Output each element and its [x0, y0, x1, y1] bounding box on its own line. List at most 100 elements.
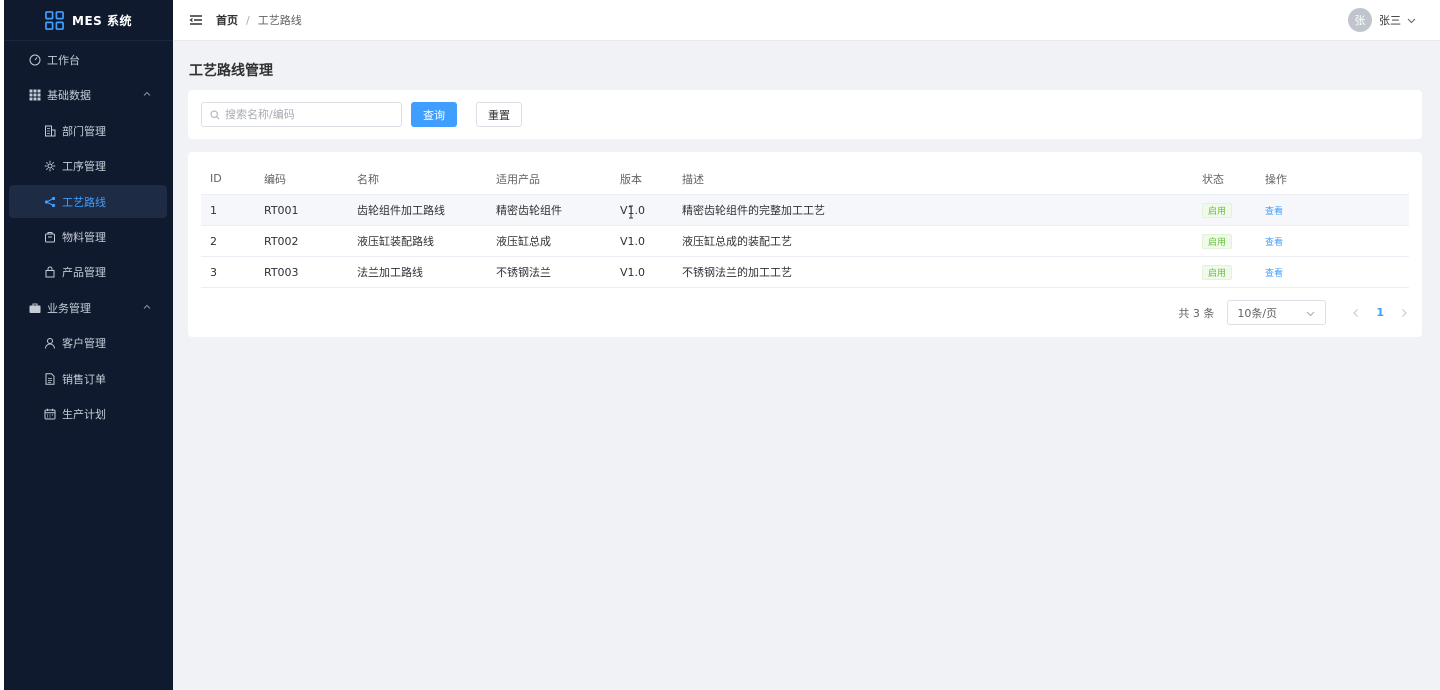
cell-product: 液压缸总成: [496, 235, 551, 248]
cell-status: 启用: [1202, 257, 1233, 287]
sidebar-item-customers[interactable]: 客户管理: [9, 326, 167, 359]
next-page-icon[interactable]: [1398, 307, 1410, 319]
sidebar-item-label: 业务管理: [47, 301, 91, 315]
calendar-icon: [43, 407, 56, 420]
sidebar-item-label: 工艺路线: [62, 195, 106, 209]
search-field[interactable]: [201, 102, 402, 127]
prev-page-icon[interactable]: [1350, 307, 1362, 319]
user-icon: [43, 336, 56, 349]
chevron-up-icon: [143, 304, 151, 309]
main-content: 工艺路线管理 查询 重置 ID 编码 名称 适用产品 版本 描述 状态 操作: [173, 41, 1440, 690]
cell-id: 3: [210, 265, 217, 279]
box-icon: [43, 230, 56, 243]
search-input[interactable]: [225, 108, 395, 121]
sidebar-item-label: 基础数据: [47, 88, 91, 102]
view-link[interactable]: 查看: [1265, 266, 1283, 279]
sidebar-item-label: 物料管理: [62, 230, 106, 244]
cell-name: 齿轮组件加工路线: [357, 204, 445, 217]
sidebar-item-dashboard[interactable]: 工作台: [9, 43, 167, 76]
status-badge: 启用: [1202, 233, 1233, 249]
cell-name: 液压缸装配路线: [357, 235, 434, 248]
sidebar-item-label: 产品管理: [62, 265, 106, 279]
page-size-value: 10条/页: [1237, 306, 1278, 320]
column-header: 版本: [620, 172, 642, 186]
sidebar-item-materials[interactable]: 物料管理: [9, 220, 167, 253]
logo[interactable]: MES 系统: [4, 0, 173, 41]
page-number[interactable]: 1: [1376, 306, 1384, 319]
sidebar-item-label: 生产计划: [62, 407, 106, 421]
cell-description: 精密齿轮组件的完整加工工艺: [682, 204, 825, 217]
column-header: 适用产品: [496, 172, 540, 186]
sidebar-item-departments[interactable]: 部门管理: [9, 114, 167, 147]
cell-description: 不锈钢法兰的加工工艺: [682, 266, 792, 279]
sidebar-item-routes[interactable]: 工艺路线: [9, 185, 167, 218]
app-root: MES 系统 工作台 基础数据 部门管理 工序管理 工艺路线 物料管理 产品管理…: [0, 0, 1440, 690]
reset-button[interactable]: 重置: [476, 102, 522, 127]
column-header: 描述: [682, 172, 704, 186]
user-name[interactable]: 张三: [1379, 12, 1401, 28]
query-button[interactable]: 查询: [411, 102, 457, 127]
breadcrumb-home[interactable]: 首页: [216, 12, 238, 28]
cell-action: 查看: [1265, 226, 1283, 256]
breadcrumb-separator: /: [246, 13, 250, 27]
sidebar-group-business[interactable]: 业务管理: [9, 291, 167, 324]
breadcrumb: 首页 / 工艺路线: [216, 12, 302, 28]
sidebar-item-sales-orders[interactable]: 销售订单: [9, 362, 167, 395]
chevron-down-icon[interactable]: [1407, 16, 1416, 25]
sidebar-item-label: 部门管理: [62, 124, 106, 138]
logo-icon: [45, 10, 64, 30]
gear-icon: [43, 159, 56, 172]
cell-name: 法兰加工路线: [357, 266, 423, 279]
table-header-row: ID 编码 名称 适用产品 版本 描述 状态 操作: [201, 163, 1409, 195]
user-menu[interactable]: 张 张三: [1348, 8, 1416, 32]
dashboard-icon: [28, 53, 41, 66]
breadcrumb-current: 工艺路线: [257, 14, 302, 27]
table-row[interactable]: 2 RT002 液压缸装配路线 液压缸总成 V1.0 液压缸总成的装配工艺 启用…: [201, 226, 1409, 257]
column-header: 名称: [357, 172, 379, 186]
sidebar-item-production-plan[interactable]: 生产计划: [9, 397, 167, 430]
sidebar: MES 系统 工作台 基础数据 部门管理 工序管理 工艺路线 物料管理 产品管理…: [4, 0, 173, 690]
cell-id: 1: [210, 203, 217, 217]
search-icon: [210, 109, 220, 120]
cell-version: V1.0: [620, 234, 646, 248]
pagination: 共 3 条 10条/页 1: [1178, 300, 1410, 325]
share-icon: [43, 195, 56, 208]
cell-description: 液压缸总成的装配工艺: [682, 235, 792, 248]
menu-fold-icon[interactable]: [189, 13, 203, 27]
sidebar-item-label: 销售订单: [62, 372, 106, 386]
cell-status: 启用: [1202, 195, 1233, 225]
avatar[interactable]: 张: [1348, 8, 1372, 32]
cell-status: 启用: [1202, 226, 1233, 256]
table-row[interactable]: 3 RT003 法兰加工路线 不锈钢法兰 V1.0 不锈钢法兰的加工工艺 启用 …: [201, 257, 1409, 288]
column-header: ID: [210, 172, 222, 185]
cell-product: 不锈钢法兰: [496, 266, 551, 279]
briefcase-icon: [28, 301, 41, 314]
page-size-select[interactable]: 10条/页: [1227, 300, 1327, 325]
routes-table: ID 编码 名称 适用产品 版本 描述 状态 操作 1 RT001 齿轮组件加工…: [201, 163, 1409, 288]
sidebar-item-label: 客户管理: [62, 336, 106, 350]
view-link[interactable]: 查看: [1265, 235, 1283, 248]
sidebar-item-products[interactable]: 产品管理: [9, 255, 167, 288]
app-title: MES 系统: [72, 13, 132, 28]
view-link[interactable]: 查看: [1265, 204, 1283, 217]
table-row[interactable]: 1 RT001 齿轮组件加工路线 精密齿轮组件 V1.0 精密齿轮组件的完整加工…: [201, 195, 1409, 226]
grid-icon: [28, 88, 41, 101]
column-header: 状态: [1202, 172, 1224, 186]
bag-icon: [43, 265, 56, 278]
status-badge: 启用: [1202, 264, 1233, 280]
document-icon: [43, 372, 56, 385]
sidebar-group-basic-data[interactable]: 基础数据: [9, 78, 167, 111]
pagination-total: 共 3 条: [1178, 306, 1215, 320]
column-header: 操作: [1265, 172, 1287, 186]
chevron-up-icon: [143, 91, 151, 96]
top-header: 首页 / 工艺路线 张 张三: [173, 0, 1440, 41]
search-card: 查询 重置: [188, 90, 1422, 139]
cell-version: V1.0: [620, 265, 646, 279]
status-badge: 启用: [1202, 202, 1233, 218]
cell-action: 查看: [1265, 195, 1283, 225]
table-card: ID 编码 名称 适用产品 版本 描述 状态 操作 1 RT001 齿轮组件加工…: [188, 152, 1422, 337]
cell-code: RT001: [264, 203, 299, 217]
sidebar-item-label: 工序管理: [62, 159, 106, 173]
sidebar-item-processes[interactable]: 工序管理: [9, 149, 167, 182]
building-icon: [43, 124, 56, 137]
